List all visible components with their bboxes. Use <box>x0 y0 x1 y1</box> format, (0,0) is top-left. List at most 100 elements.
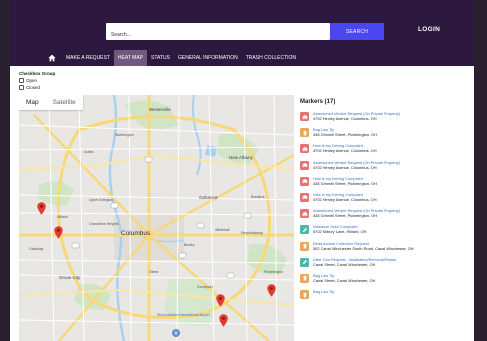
trash-icon <box>300 241 309 251</box>
marker-list-item[interactable]: Abandoned Vehicle Request (On Private Pr… <box>300 160 476 176</box>
map-pin-icon[interactable] <box>216 294 225 307</box>
nav-make-a-request[interactable]: MAKE A REQUEST <box>62 50 114 66</box>
marker-list-item[interactable]: Nuisance Odor Complaint 5702 Kilbury Lane… <box>300 224 476 240</box>
marker-text: Dead Animal Collection Request 502 Canal … <box>313 241 414 251</box>
map-label-grandview: Grandview Heights <box>89 222 119 226</box>
map-label-worthington: Worthington <box>115 133 134 137</box>
marker-items: Abandoned Vehicle Request (On Private Pr… <box>300 111 476 305</box>
map-tab-satellite[interactable]: Satellite <box>46 95 83 110</box>
marker-list-item[interactable]: How is my Driving Complaint 4702 Henley A… <box>300 192 476 208</box>
map-label-blacklick: Blacklick <box>251 195 265 199</box>
marker-text: Bag Law Tip 438 Grinnell Street, Pickerin… <box>313 127 377 137</box>
map-label-galloway: Galloway <box>29 247 44 251</box>
marker-address: 4702 Henley Avenue, Columbus, OH <box>313 164 377 170</box>
map-pin-icon[interactable] <box>54 226 63 239</box>
map-label-upper-arlington: Upper Arlington <box>89 198 114 202</box>
checkbox-group: Checkbox Group Open Closed <box>19 71 55 91</box>
marker-address: Canal Street, Canal Winchester, OH <box>313 261 376 267</box>
map-pin-icon[interactable] <box>219 314 228 327</box>
map-label-columbus: Columbus <box>121 230 151 237</box>
marker-address: 4702 Henley Avenue, Columbus, OH <box>313 148 377 154</box>
map-type-toggle: Map Satellite <box>19 95 83 110</box>
checkbox-group-title: Checkbox Group <box>19 71 56 76</box>
marker-text: Nuisance Odor Complaint 5702 Kilbury Lane… <box>313 224 366 234</box>
main-nav: MAKE A REQUEST HEAT MAP STATUS GENERAL I… <box>10 50 474 66</box>
map-label-bexley: Bexley <box>184 243 195 247</box>
marker-list-item[interactable]: Abandoned Vehicle Request (On Private Pr… <box>300 111 476 127</box>
home-icon[interactable] <box>48 54 56 62</box>
wrench-icon <box>300 257 309 267</box>
markers-title: Markers (17) <box>300 99 336 105</box>
map-label-reynoldsburg: Reynoldsburg <box>241 231 263 235</box>
marker-title-link[interactable]: Abandoned Vehicle Request (On Private Pr… <box>313 160 400 165</box>
marker-text: Abandoned Vehicle Request (On Private Pr… <box>313 160 400 170</box>
map-label-whitehall: Whitehall <box>215 228 230 232</box>
marker-list-item[interactable]: How is my Driving Complaint 438 Grinnell … <box>300 176 476 192</box>
trash-icon <box>300 290 309 300</box>
markers-list: Markers (17) Abandoned Vehicle Request (… <box>300 99 476 305</box>
nav-heat-map[interactable]: HEAT MAP <box>113 50 148 66</box>
trash-icon <box>300 273 309 283</box>
marker-list-item[interactable]: Dead Animal Collection Request 502 Canal … <box>300 241 476 257</box>
marker-text: Abandoned Vehicle Request (On Private Pr… <box>313 111 400 121</box>
car-icon <box>300 144 309 154</box>
map-label-groveport: Groveport <box>197 285 213 289</box>
window-frame-left <box>0 0 10 341</box>
wrench-icon <box>300 225 309 235</box>
nav-trash-collection[interactable]: TRASH COLLECTION <box>242 50 300 66</box>
checkbox-closed[interactable] <box>19 84 24 90</box>
marker-address: 502 Canal Winchester South Road, Canal W… <box>313 245 414 251</box>
car-icon <box>300 160 309 170</box>
map-label-new-albany: New Albany <box>229 155 253 160</box>
map-label-hilliard: Hilliard <box>57 215 68 219</box>
checkbox-open[interactable] <box>19 78 24 84</box>
marker-address: 4702 Henley Avenue, Columbus, OH <box>313 116 377 121</box>
checkbox-open-label: Open <box>26 78 38 84</box>
nav-general-information[interactable]: GENERAL INFORMATION <box>174 50 242 66</box>
marker-list-item[interactable]: Bag Law Tip Canal Street, Canal Wincheste… <box>300 273 476 289</box>
map-tab-map[interactable]: Map <box>19 95 46 110</box>
map-label-grove-city: Grove City <box>59 275 81 280</box>
marker-text: How is my Driving Complaint 4702 Henley A… <box>313 143 377 153</box>
map-pin-icon[interactable] <box>37 202 46 215</box>
main-content: Checkbox Group Open Closed Westerville W… <box>10 66 474 341</box>
marker-address: 438 Grinnell Street, Pickerington, OH <box>313 180 378 186</box>
marker-address: Canal Street, Canal Winchester, OH <box>313 277 376 283</box>
car-icon <box>300 209 309 219</box>
marker-address: 438 Grinnell Street, Pickerington, OH <box>313 213 378 219</box>
marker-list-item[interactable]: Bag Law Tip 438 Grinnell Street, Pickerin… <box>300 127 476 143</box>
marker-text: Abandoned Vehicle Request (On Private Pr… <box>313 208 400 218</box>
car-icon <box>300 112 309 121</box>
heat-map[interactable]: Westerville Worthington New Albany Gahan… <box>19 95 294 341</box>
map-label-pickerington: Pickerington <box>264 270 284 274</box>
marker-list-item[interactable]: How is my Driving Complaint 4702 Henley A… <box>300 143 476 159</box>
marker-text: Litter Can Request - Installation/Remova… <box>313 257 396 267</box>
marker-title-link[interactable]: Litter Can Request - Installation/Remova… <box>313 257 396 262</box>
checkbox-closed-row[interactable]: Closed <box>19 84 55 91</box>
checkbox-closed-label: Closed <box>26 84 41 90</box>
marker-list-item[interactable]: Bag Law Tip <box>300 289 476 305</box>
search-input[interactable] <box>106 26 330 44</box>
car-icon <box>300 192 309 202</box>
trash-icon <box>300 128 309 138</box>
nav-items: MAKE A REQUEST HEAT MAP STATUS GENERAL I… <box>48 50 300 66</box>
map-pin-icon[interactable] <box>267 284 276 297</box>
map-label-dublin: Dublin <box>84 150 94 154</box>
marker-title-link[interactable]: Bag Law Tip <box>313 289 334 294</box>
map-label-obetz: Obetz <box>149 270 159 274</box>
marker-text: Bag Law Tip Canal Street, Canal Wincheste… <box>313 273 375 283</box>
map-label-gahanna: Gahanna <box>199 195 218 200</box>
map-label-airport: Rickenbacker International Airport <box>157 313 210 317</box>
marker-list-item[interactable]: Litter Can Request - Installation/Remova… <box>300 257 476 273</box>
marker-text: How is my Driving Complaint 4702 Henley A… <box>313 192 377 202</box>
nav-status[interactable]: STATUS <box>147 50 174 66</box>
marker-address: 5702 Kilbury Lane, Hilliard, OH <box>313 229 367 235</box>
marker-address: 4702 Henley Avenue, Columbus, OH <box>313 196 377 202</box>
search-box <box>106 23 330 44</box>
marker-list-item[interactable]: Abandoned Vehicle Request (On Private Pr… <box>300 208 476 224</box>
map-label-westerville: Westerville <box>149 107 171 112</box>
car-icon <box>300 176 309 186</box>
login-link[interactable]: LOGIN <box>418 26 440 33</box>
search-button[interactable]: SEARCH <box>330 23 384 40</box>
marker-text: How is my Driving Complaint 438 Grinnell … <box>313 176 377 186</box>
